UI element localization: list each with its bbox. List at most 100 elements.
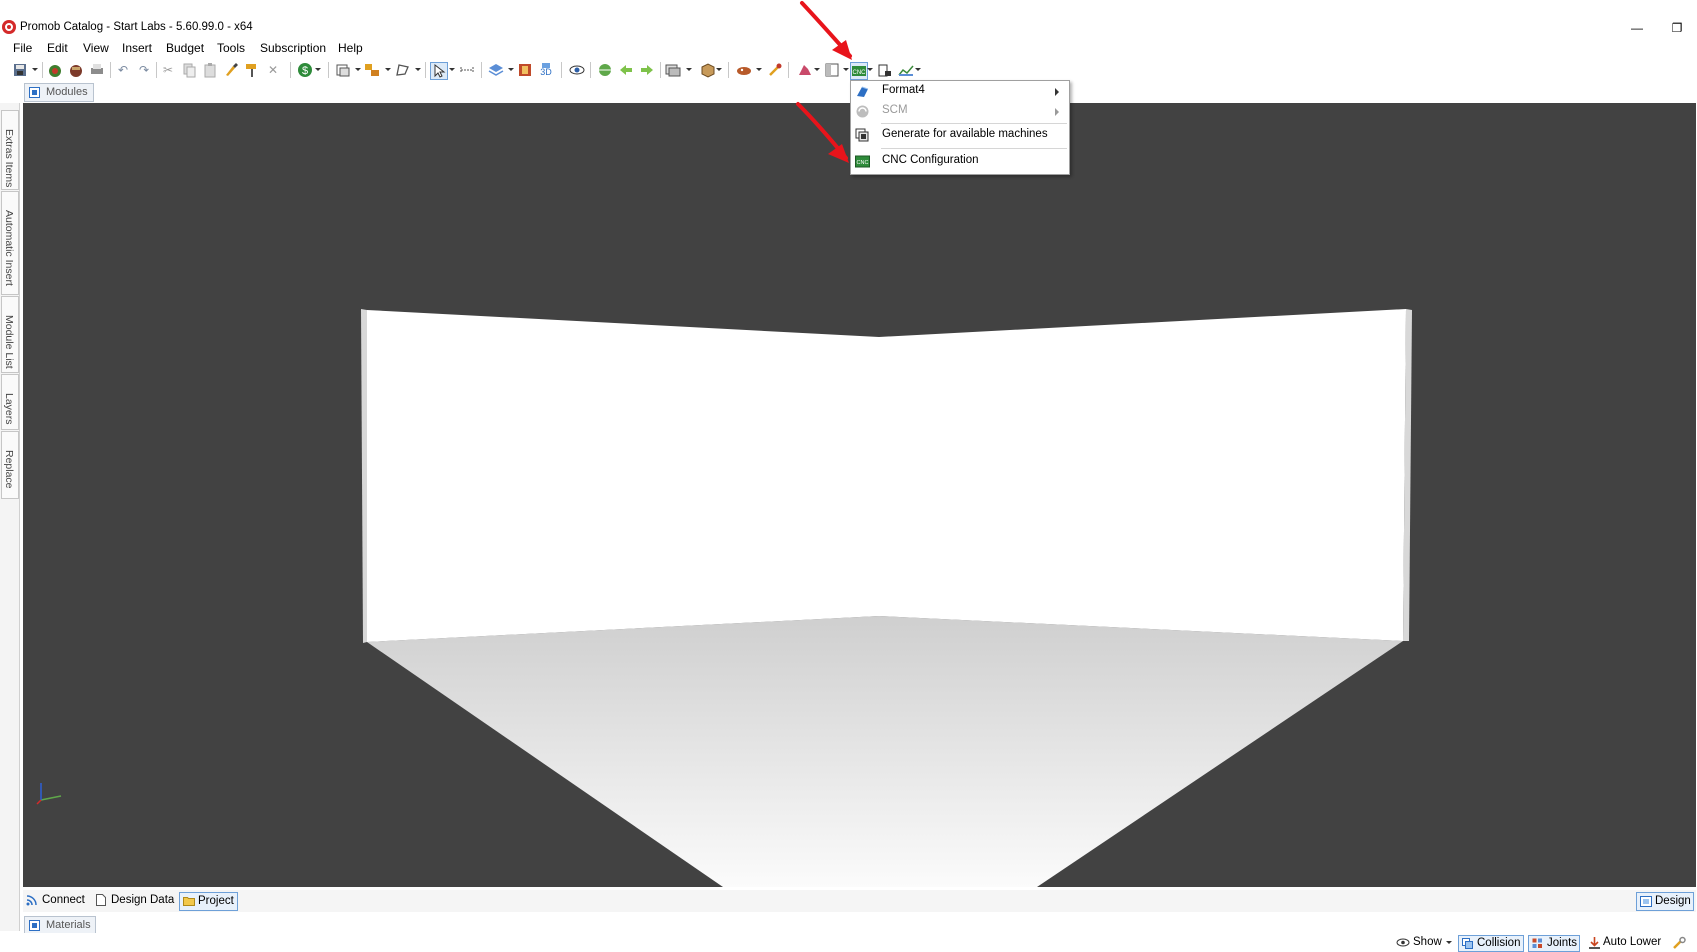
tab-project[interactable]: Project	[179, 892, 238, 911]
undo-icon[interactable]: ↶	[115, 62, 131, 78]
dock-tab-module-list[interactable]: Module List	[1, 296, 19, 373]
tab-connect-label: Connect	[42, 894, 85, 906]
menu-subscription[interactable]: Subscription	[260, 41, 326, 55]
views-icon[interactable]	[335, 62, 351, 78]
box-icon[interactable]	[700, 62, 716, 78]
cut-icon[interactable]: ✂	[160, 62, 176, 78]
open-icon[interactable]	[47, 62, 63, 78]
copy-icon[interactable]	[181, 62, 197, 78]
submenu-arrow-icon	[1055, 88, 1059, 96]
eye-icon[interactable]	[569, 62, 585, 78]
menu-file[interactable]: File	[13, 41, 32, 55]
tab-design-data-label: Design Data	[111, 894, 175, 906]
box-dropdown-icon[interactable]	[716, 68, 722, 71]
dock-tab-automatic-insert-label: Automatic Insert	[3, 210, 15, 286]
camera-icon[interactable]	[665, 62, 681, 78]
save-dropdown-icon[interactable]	[32, 68, 38, 71]
modules-icon	[29, 87, 40, 98]
select-dropdown-icon[interactable]	[449, 68, 455, 71]
tab-modules[interactable]: Modules	[24, 83, 94, 102]
show-toggle[interactable]: Show	[1396, 935, 1452, 950]
magic-icon[interactable]	[767, 62, 783, 78]
menu-view[interactable]: View	[83, 41, 109, 55]
menu-item-generate-for-available-machines[interactable]: Generate for available machines	[851, 125, 1069, 146]
redo-icon[interactable]: ↷	[136, 62, 152, 78]
menu-budget[interactable]: Budget	[166, 41, 204, 55]
layers-icon[interactable]	[488, 62, 504, 78]
views-dropdown-icon[interactable]	[355, 68, 361, 71]
restore-button[interactable]: ❐	[1665, 18, 1689, 38]
left-dock: Extras Items Automatic Insert Module Lis…	[0, 103, 20, 931]
back-icon[interactable]	[618, 62, 634, 78]
right-wall	[879, 309, 1406, 641]
dock-tab-replace[interactable]: Replace	[1, 431, 19, 499]
menu-insert[interactable]: Insert	[122, 41, 152, 55]
paint-dropdown-icon[interactable]	[756, 68, 762, 71]
auto-lower-toggle[interactable]: Auto Lower	[1589, 935, 1663, 950]
left-wall	[367, 310, 879, 642]
annotation-arrow-bottom	[796, 102, 849, 163]
svg-text:3D: 3D	[540, 67, 552, 77]
bottom-tab-bar: Connect Design Data Project Design	[23, 890, 1696, 912]
dock-tab-module-list-label: Module List	[3, 315, 15, 369]
dock-tab-extras-items-label: Extras Items	[3, 129, 15, 188]
window-title: Promob Catalog - Start Labs - 5.60.99.0 …	[20, 21, 253, 33]
minimize-button[interactable]: —	[1625, 18, 1649, 38]
export-icon[interactable]	[877, 62, 893, 78]
paint-icon[interactable]	[736, 62, 752, 78]
menu-item-format4[interactable]: Format4	[851, 81, 1069, 102]
paste-icon[interactable]	[202, 62, 218, 78]
group-icon[interactable]	[364, 62, 380, 78]
budget-dropdown-icon[interactable]	[315, 68, 321, 71]
materials-icon	[29, 920, 40, 931]
tab-design-data[interactable]: Design Data	[96, 892, 176, 909]
left-wall-edge	[361, 309, 367, 643]
measure-icon[interactable]	[459, 62, 475, 78]
save-icon[interactable]	[12, 62, 28, 78]
menu-help[interactable]: Help	[338, 41, 363, 55]
tab-project-label: Project	[198, 895, 234, 907]
report-dropdown-icon[interactable]	[915, 68, 921, 71]
wrench-icon[interactable]	[1672, 936, 1686, 951]
document-icon	[96, 894, 106, 906]
delete-icon[interactable]: ✕	[265, 62, 281, 78]
forward-icon[interactable]	[639, 62, 655, 78]
joints-toggle[interactable]: Joints	[1528, 935, 1580, 952]
menu-tools[interactable]: Tools	[217, 41, 245, 55]
dock-tab-automatic-insert[interactable]: Automatic Insert	[1, 191, 19, 295]
axis-gizmo-icon	[36, 783, 62, 805]
menu-edit[interactable]: Edit	[47, 41, 68, 55]
camera-dropdown-icon[interactable]	[686, 68, 692, 71]
shape-icon[interactable]	[394, 62, 410, 78]
print-icon[interactable]	[89, 62, 105, 78]
3d-icon[interactable]: 3D	[538, 62, 554, 78]
globe-icon[interactable]	[597, 62, 613, 78]
render-icon[interactable]	[517, 62, 533, 78]
select-icon[interactable]	[430, 62, 448, 80]
show-eye-icon	[1396, 938, 1410, 947]
report-icon[interactable]	[898, 62, 914, 78]
tab-design[interactable]: Design	[1636, 892, 1694, 911]
brush-icon[interactable]	[223, 62, 239, 78]
joints-icon	[1532, 938, 1542, 948]
shape-dropdown-icon[interactable]	[415, 68, 421, 71]
menu-item-scm-label: SCM	[882, 104, 908, 116]
show-dropdown-icon[interactable]	[1446, 941, 1452, 944]
menu-item-cnc-configuration[interactable]: CNC CNC Configuration	[851, 151, 1069, 172]
submenu-arrow-icon	[1055, 108, 1059, 116]
tab-materials-label: Materials	[46, 919, 91, 931]
collision-toggle[interactable]: Collision	[1458, 935, 1524, 952]
dock-tab-extras-items[interactable]: Extras Items	[1, 110, 19, 190]
annotation-arrow-top	[800, 1, 852, 60]
paint-roller-icon[interactable]	[244, 62, 260, 78]
tab-connect[interactable]: Connect	[26, 892, 85, 909]
auto-lower-label: Auto Lower	[1603, 936, 1662, 948]
layers-dropdown-icon[interactable]	[508, 68, 514, 71]
3d-viewport[interactable]	[23, 103, 1696, 887]
budget-icon[interactable]: $	[297, 62, 313, 78]
library-icon[interactable]	[68, 62, 84, 78]
group-dropdown-icon[interactable]	[385, 68, 391, 71]
auto-lower-icon	[1589, 937, 1600, 949]
dock-tab-layers[interactable]: Layers	[1, 374, 19, 430]
tab-modules-label: Modules	[46, 86, 88, 98]
